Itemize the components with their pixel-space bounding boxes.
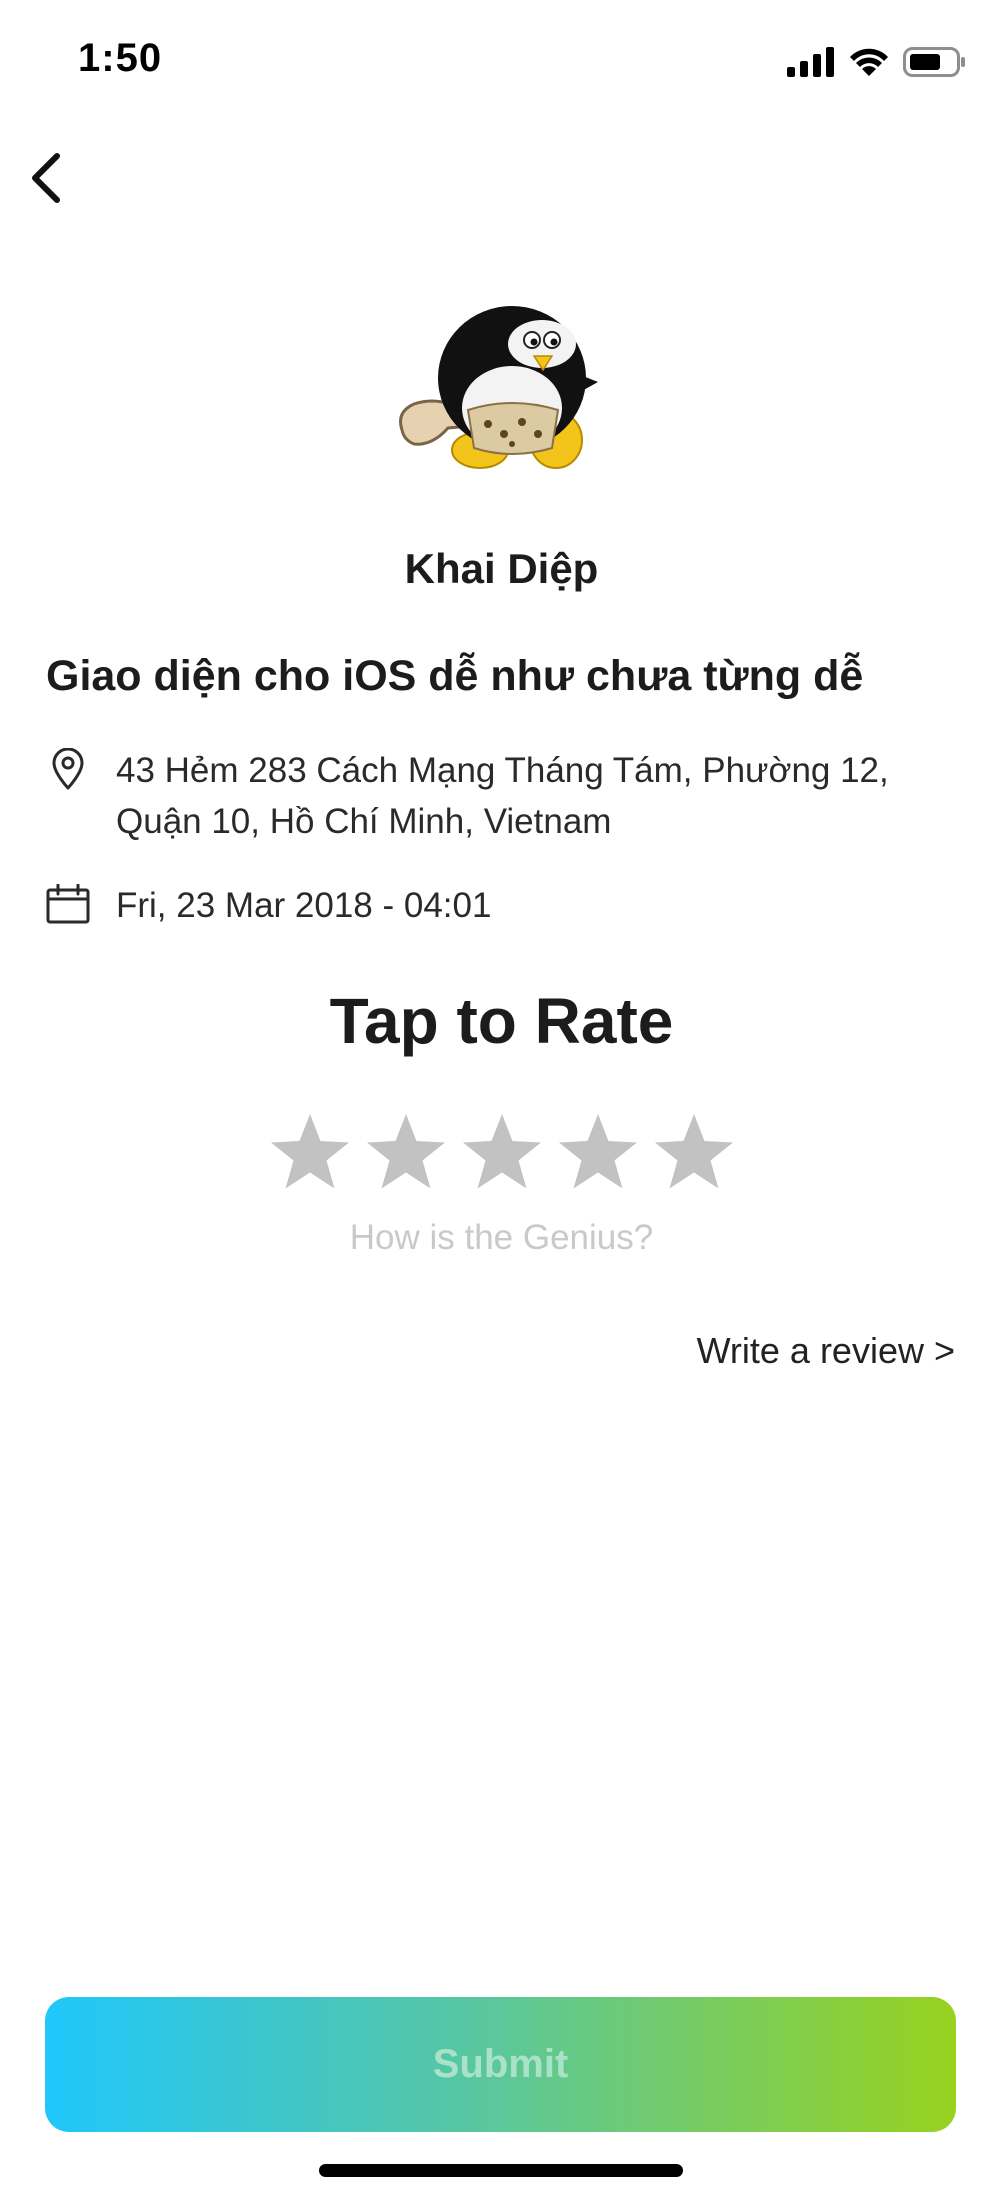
user-name: Khai Diệp — [404, 545, 599, 592]
rate-hint: How is the Genius? — [349, 1218, 654, 1257]
date-row: Fri, 23 Mar 2018 - 04:01 — [46, 880, 976, 931]
battery-icon — [903, 47, 965, 77]
penguin-avatar — [392, 300, 612, 480]
datetime-text: Fri, 23 Mar 2018 - 04:01 — [116, 886, 492, 925]
address-line-2: Quận 10, Hồ Chí Minh, Vietnam — [116, 802, 612, 841]
event-title: Giao diện cho iOS dễ như chưa từng dễ — [46, 652, 864, 700]
status-bar: 1:50 — [0, 0, 1003, 124]
status-icons — [787, 44, 967, 80]
star-5[interactable] — [652, 1112, 736, 1194]
home-indicator — [319, 2164, 683, 2177]
status-time: 1:50 — [78, 36, 163, 80]
write-review-link[interactable]: Write a review > — [697, 1330, 955, 1372]
address-line-1: 43 Hẻm 283 Cách Mạng Tháng Tám, Phường 1… — [116, 751, 889, 790]
star-1[interactable] — [268, 1112, 352, 1194]
submit-button[interactable]: Submit — [45, 1997, 956, 2132]
rate-heading: Tap to Rate — [329, 985, 674, 1057]
chevron-left-icon — [32, 153, 60, 203]
cellular-signal-icon — [787, 47, 834, 77]
submit-label: Submit — [432, 2042, 569, 2086]
wifi-icon — [850, 48, 888, 76]
location-pin-icon — [46, 747, 90, 791]
back-button[interactable] — [16, 148, 76, 208]
star-2[interactable] — [364, 1112, 448, 1194]
star-3[interactable] — [460, 1112, 544, 1194]
calendar-icon — [46, 882, 90, 926]
star-rating — [268, 1112, 736, 1194]
address-row: 43 Hẻm 283 Cách Mạng Tháng Tám, Phường 1… — [46, 745, 976, 847]
star-4[interactable] — [556, 1112, 640, 1194]
address-text: 43 Hẻm 283 Cách Mạng Tháng Tám, Phường 1… — [116, 745, 889, 847]
